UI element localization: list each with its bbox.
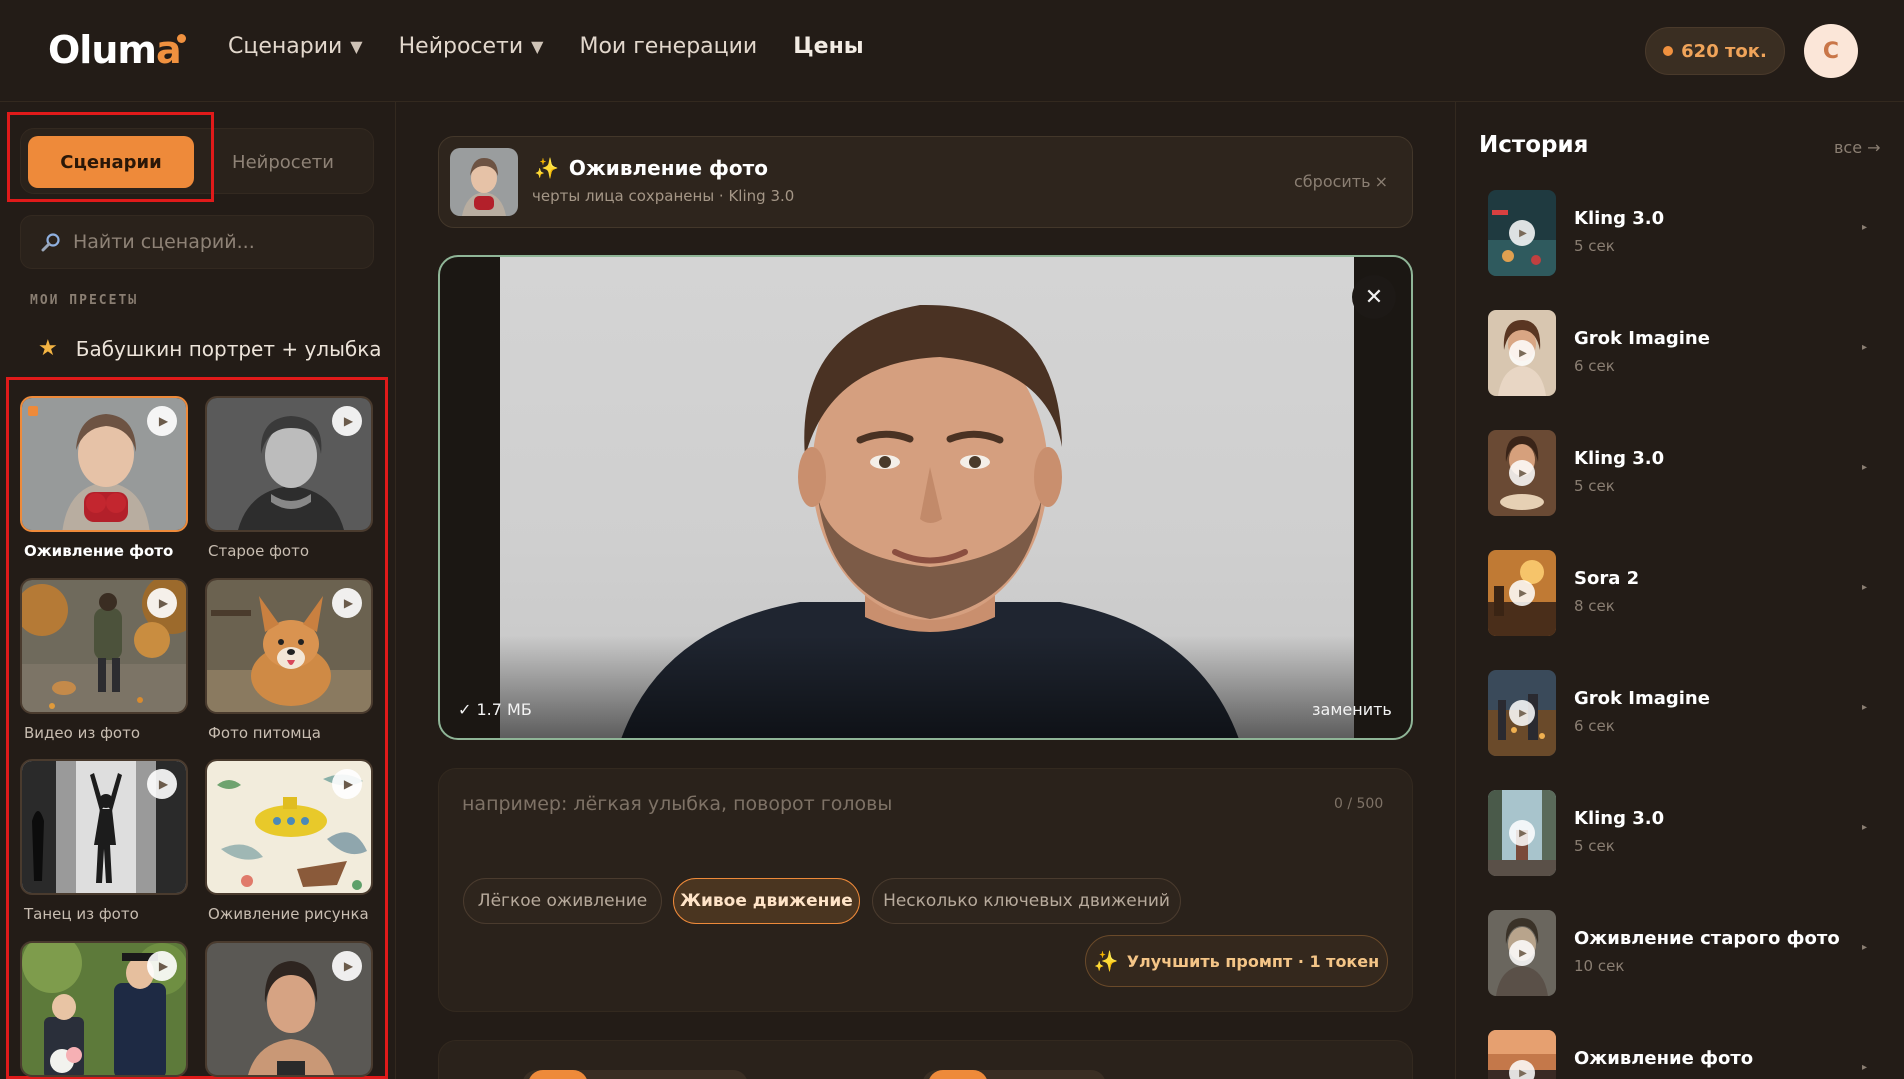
token-balance[interactable]: 620 ток. (1645, 27, 1785, 75)
presets-title: МОИ ПРЕСЕТЫ (30, 293, 139, 308)
chip-key-movements[interactable]: Несколько ключевых движений (872, 878, 1181, 924)
chevron-right-icon: ▸ (1862, 342, 1868, 353)
scenario-thumbnail (450, 148, 518, 216)
play-icon: ▶ (1509, 460, 1535, 486)
search-icon (41, 233, 60, 252)
history-item[interactable]: ▶ Оживление фото ▸ (1488, 1030, 1888, 1079)
chevron-right-icon: ▸ (1862, 462, 1868, 473)
close-icon: × (1374, 172, 1388, 191)
play-icon: ▶ (1509, 940, 1535, 966)
chevron-right-icon: ▸ (1862, 822, 1868, 833)
logo[interactable]: Oluma (48, 28, 182, 72)
tab-scenarios[interactable]: Сценарии (28, 136, 194, 188)
char-counter: 0 / 500 (1334, 796, 1384, 812)
history-thumbnail: ▶ (1488, 910, 1556, 996)
scenario-card-graduation[interactable]: ▶ (20, 941, 188, 1077)
scenario-card-video-from-photo[interactable]: ▶ (20, 578, 188, 714)
scenario-card-portrait[interactable]: ▶ (205, 941, 373, 1077)
improve-prompt-button[interactable]: ✨ Улучшить промпт · 1 токен (1085, 935, 1388, 987)
replace-photo-button[interactable]: заменить (1312, 700, 1392, 719)
history-item[interactable]: ▶ Grok Imagine 6 сек ▸ (1488, 670, 1888, 756)
history-thumbnail: ▶ (1488, 670, 1556, 756)
nav-neural-networks[interactable]: Нейросети ▼ (399, 34, 544, 59)
file-size: ✓ 1.7 МБ (458, 700, 532, 719)
play-icon: ▶ (1509, 580, 1535, 606)
card-label: Оживление фото (24, 542, 174, 560)
history-thumbnail: ▶ (1488, 1030, 1556, 1079)
history-thumbnail: ▶ (1488, 550, 1556, 636)
history-item[interactable]: ▶ Kling 3.0 5 сек ▸ (1488, 430, 1888, 516)
chevron-right-icon: ▸ (1862, 1062, 1868, 1073)
history-item[interactable]: ▶ Sora 2 8 сек ▸ (1488, 550, 1888, 636)
play-icon: ▶ (1509, 340, 1535, 366)
chevron-right-icon: ▸ (1862, 582, 1868, 593)
history-item[interactable]: ▶ Kling 3.0 5 сек ▸ (1488, 190, 1888, 276)
star-icon: ★ (38, 336, 58, 361)
scenario-card-old-photo[interactable]: ▶ (205, 396, 373, 532)
play-icon[interactable]: ▶ (147, 406, 177, 436)
play-icon[interactable]: ▶ (147, 588, 177, 618)
play-icon: ▶ (1509, 700, 1535, 726)
search-input[interactable] (73, 231, 343, 253)
nav-scenarios[interactable]: Сценарии ▼ (228, 34, 363, 59)
main-nav: Сценарии ▼ Нейросети ▼ Мои генерации Цен… (228, 34, 864, 59)
card-label: Видео из фото (24, 724, 140, 742)
play-icon[interactable]: ▶ (332, 769, 362, 799)
play-icon[interactable]: ▶ (332, 406, 362, 436)
logo-dot (177, 34, 186, 43)
card-label: Оживление рисунка (208, 905, 369, 923)
caret-down-icon: ▼ (350, 37, 363, 56)
chip-live-motion[interactable]: Живое движение (673, 878, 860, 924)
caret-down-icon: ▼ (531, 37, 544, 56)
scenario-card-drawing-animation[interactable]: ▶ (205, 759, 373, 895)
history-all-link[interactable]: все → (1834, 138, 1881, 157)
token-dot-icon (1663, 46, 1674, 56)
play-icon: ▶ (1509, 220, 1535, 246)
settings-toggle[interactable] (522, 1070, 748, 1079)
history-thumbnail: ▶ (1488, 310, 1556, 396)
settings-toggle[interactable] (922, 1070, 1106, 1079)
history-thumbnail: ▶ (1488, 430, 1556, 516)
history-thumbnail: ▶ (1488, 190, 1556, 276)
history-item[interactable]: ▶ Оживление старого фото 10 сек ▸ (1488, 910, 1888, 996)
scenario-search (20, 215, 374, 269)
card-label: Старое фото (208, 542, 310, 560)
nav-my-generations[interactable]: Мои генерации (579, 34, 757, 59)
top-bar: Oluma Сценарии ▼ Нейросети ▼ Мои генерац… (0, 0, 1904, 102)
nav-prices[interactable]: Цены (793, 34, 863, 59)
scenario-card-photo-animation[interactable]: ▶ (20, 396, 188, 532)
play-icon: ▶ (1509, 1060, 1535, 1079)
preset-item[interactable]: ★ Бабушкин портрет + улыбка (38, 336, 382, 361)
history-thumbnail: ▶ (1488, 790, 1556, 876)
history-title: История (1479, 132, 1589, 158)
play-icon: ▶ (1509, 820, 1535, 846)
remove-photo-button[interactable]: ✕ (1352, 275, 1396, 319)
play-icon[interactable]: ▶ (147, 951, 177, 981)
user-avatar[interactable]: С (1804, 24, 1858, 78)
prompt-input[interactable] (462, 793, 1322, 829)
play-icon[interactable]: ▶ (332, 588, 362, 618)
uploaded-photo (500, 257, 1354, 738)
sparkles-icon: ✨ (1093, 949, 1119, 973)
chevron-right-icon: ▸ (1862, 222, 1868, 233)
history-item[interactable]: ▶ Grok Imagine 6 сек ▸ (1488, 310, 1888, 396)
reset-button[interactable]: сбросить × (1294, 172, 1388, 191)
card-label: Танец из фото (24, 905, 139, 923)
play-icon[interactable]: ▶ (332, 951, 362, 981)
tab-neural-networks[interactable]: Нейросети (200, 136, 366, 188)
sparkles-icon: ✨ (534, 156, 559, 180)
scenario-title: ✨ Оживление фото (534, 156, 768, 180)
scenario-card-dance-from-photo[interactable]: ▶ (20, 759, 188, 895)
scenario-subtitle: черты лица сохранены · Kling 3.0 (532, 187, 795, 205)
chevron-right-icon: ▸ (1862, 942, 1868, 953)
selected-scenario-bar (438, 136, 1413, 228)
chip-light-animation[interactable]: Лёгкое оживление (463, 878, 662, 924)
card-label: Фото питомца (208, 724, 321, 742)
history-item[interactable]: ▶ Kling 3.0 5 сек ▸ (1488, 790, 1888, 876)
scenario-card-pet-photo[interactable]: ▶ (205, 578, 373, 714)
selected-indicator (28, 406, 38, 416)
uploaded-photo-area[interactable] (438, 255, 1413, 740)
play-icon[interactable]: ▶ (147, 769, 177, 799)
chevron-right-icon: ▸ (1862, 702, 1868, 713)
